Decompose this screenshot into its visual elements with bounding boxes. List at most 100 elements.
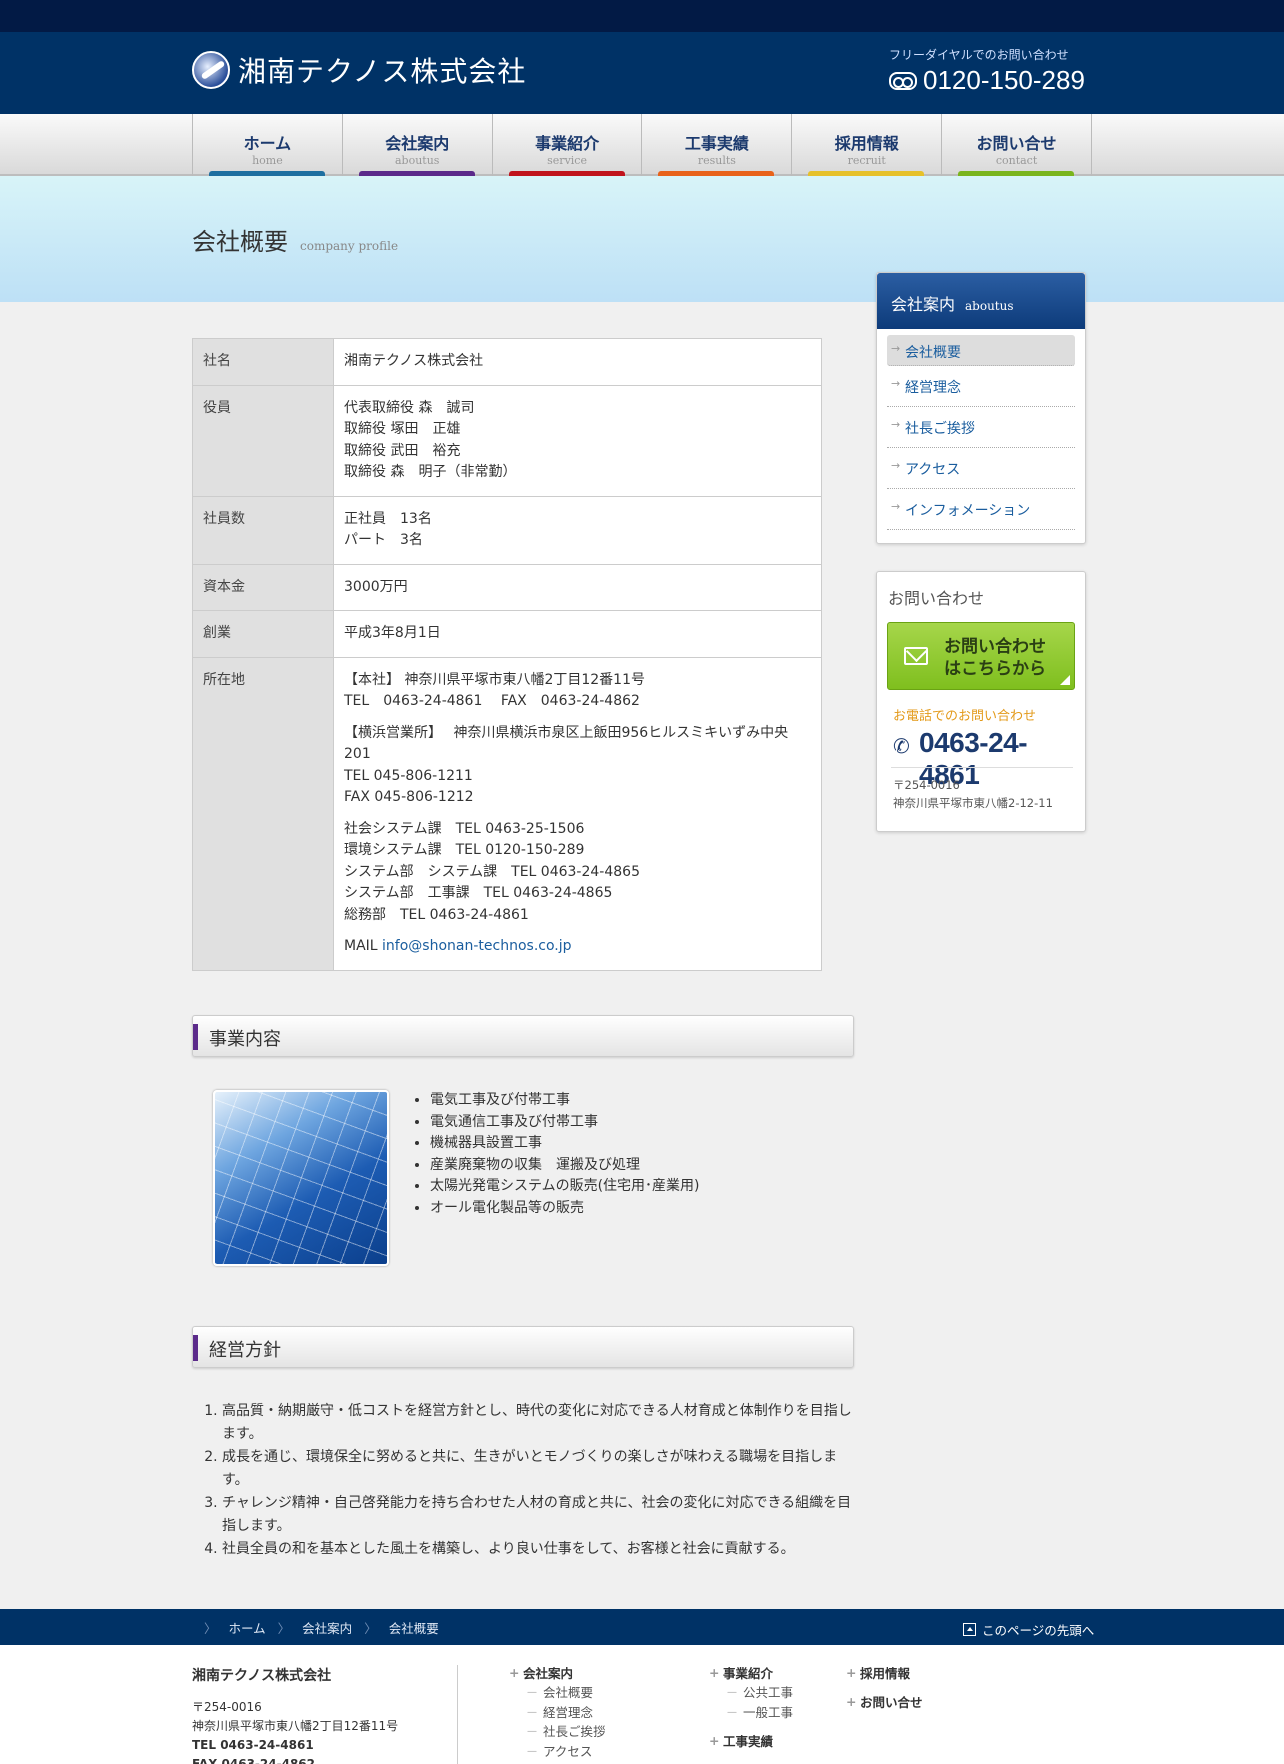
nav-sub: contact — [995, 154, 1038, 167]
footer-link-philosophy[interactable]: 経営理念 — [509, 1703, 606, 1723]
contact-tel-caption: お電話でのお問い合わせ — [893, 709, 1037, 724]
site-footer: 湘南テクノス株式会社 〒254-0016 神奈川県平塚市東八幡2丁目12番11号… — [0, 1645, 1284, 1764]
officer: 取締役 塚田 正雄 — [344, 421, 461, 437]
footer-link-access[interactable]: アクセス — [509, 1742, 606, 1762]
list-item: 成長を通じ、環境保全に努めると共に、生きがいとモノづくりの楽しさが味わえる職場を… — [222, 1446, 862, 1492]
sidebar-aboutus: 会社案内 aboutus 会社概要 経営理念 社長ご挨拶 アクセス インフォメーシ… — [876, 272, 1086, 544]
address-line: 【横浜営業所】 神奈川県横浜市泉区上飯田956ヒルスミキいずみ中央201 — [344, 724, 789, 763]
global-nav: ホーム home 会社案内 aboutus 事業紹介 service 工事実績 … — [0, 114, 1284, 176]
sidebar-list: 会社概要 経営理念 社長ご挨拶 アクセス インフォメーション — [877, 329, 1085, 534]
sidebar-contact: お問い合わせ お問い合わせ はこちらから お電話でのお問い合わせ ✆ 0463-… — [876, 571, 1086, 832]
nav-sub: aboutus — [395, 154, 440, 167]
list-item: 電気通信工事及び付帯工事 — [430, 1112, 700, 1134]
sidebar-item-philosophy[interactable]: 経営理念 — [887, 366, 1075, 407]
back-to-top-link[interactable]: このページの先頭へ — [963, 1620, 1094, 1639]
row-value: 正社員 13名 パート 3名 — [333, 495, 822, 565]
arrow-up-icon — [963, 1623, 976, 1636]
footer-link-recruit[interactable]: 採用情報 — [846, 1663, 923, 1683]
row-value: 湘南テクノス株式会社 — [333, 338, 822, 386]
breadcrumb-home[interactable]: ホーム — [229, 1618, 266, 1637]
mail-line: MAIL info@shonan-technos.co.jp — [344, 936, 811, 958]
nav-label: 工事実績 — [684, 134, 749, 153]
officer: 取締役 森 明子（非常勤） — [344, 464, 517, 480]
footer-link-general-works[interactable]: 一般工事 — [709, 1703, 793, 1723]
footer-divider — [457, 1665, 458, 1764]
footer-company: 湘南テクノス株式会社 — [192, 1668, 332, 1684]
header-tel-caption: フリーダイヤルでのお問い合わせ — [889, 48, 1069, 62]
business-heading: 事業内容 — [192, 1015, 854, 1057]
contact-button-label: お問い合わせ はこちらから — [944, 636, 1046, 680]
contact-button[interactable]: お問い合わせ はこちらから — [887, 622, 1075, 690]
sidebar-item-company-profile[interactable]: 会社概要 — [887, 335, 1075, 366]
footer-link-service[interactable]: 事業紹介 — [709, 1663, 793, 1683]
department-line: 総務部 TEL 0463-24-4861 — [344, 906, 529, 923]
footer-col-service: 事業紹介 公共工事 一般工事 工事実績 — [709, 1663, 793, 1751]
sidebar-item-greeting[interactable]: 社長ご挨拶 — [887, 407, 1075, 448]
phone-icon: ✆ — [893, 734, 910, 758]
nav-label: お問い合せ — [976, 134, 1057, 153]
nav-label: 採用情報 — [834, 134, 899, 153]
footer-link-greeting[interactable]: 社長ご挨拶 — [509, 1722, 606, 1742]
corner-arrow-icon — [1060, 675, 1070, 685]
row-value: 3000万円 — [333, 563, 822, 611]
site-logo[interactable]: 湘南テクノス株式会社 — [192, 50, 526, 90]
logo-mark-icon — [192, 51, 230, 89]
breadcrumb-aboutus[interactable]: 会社案内 — [302, 1618, 352, 1637]
nav-item-results[interactable]: 工事実績 results — [642, 114, 793, 176]
nav-label: ホーム — [243, 134, 292, 153]
contact-button-line: お問い合わせ — [944, 637, 1046, 657]
table-row: 所在地 【本社】 神奈川県平塚市東八幡2丁目12番11号 TEL 0463-24… — [192, 656, 822, 971]
row-value: 【本社】 神奈川県平塚市東八幡2丁目12番11号 TEL 0463-24-486… — [333, 656, 822, 971]
divider — [891, 767, 1073, 768]
table-row: 資本金 3000万円 — [192, 563, 822, 611]
list-item: 高品質・納期厳守・低コストを経営方針とし、時代の変化に対応できる人材育成と体制作… — [222, 1400, 862, 1446]
sidebar-heading-sub: aboutus — [965, 299, 1014, 313]
nav-label: 会社案内 — [385, 134, 450, 153]
table-row: 社員数 正社員 13名 パート 3名 — [192, 495, 822, 565]
row-label: 社名 — [192, 338, 334, 386]
footer-link-results[interactable]: 工事実績 — [709, 1731, 793, 1751]
footer-address-line: 神奈川県平塚市東八幡2丁目12番11号 — [192, 1719, 399, 1733]
row-value: 代表取締役 森 誠司 取締役 塚田 正雄 取締役 武田 裕充 取締役 森 明子（… — [333, 384, 822, 497]
row-label: 創業 — [192, 610, 334, 658]
contact-title: お問い合わせ — [888, 589, 985, 608]
footer-col-other: 採用情報 お問い合せ — [846, 1663, 923, 1712]
top-strip — [0, 0, 1284, 32]
list-item: オール電化製品等の販売 — [430, 1198, 700, 1220]
list-item: チャレンジ精神・自己啓発能力を持ち合わせた人材の育成と共に、社会の変化に対応でき… — [222, 1492, 862, 1538]
nav-item-service[interactable]: 事業紹介 service — [493, 114, 643, 176]
freedial-icon — [889, 71, 917, 90]
list-item: 機械器具設置工事 — [430, 1133, 700, 1155]
footer-link-aboutus[interactable]: 会社案内 — [509, 1663, 606, 1683]
footer-tel: TEL 0463-24-4861 — [192, 1738, 314, 1752]
footer-link-company-profile[interactable]: 会社概要 — [509, 1683, 606, 1703]
nav-sub: service — [547, 154, 587, 167]
policy-list: 高品質・納期厳守・低コストを経営方針とし、時代の変化に対応できる人材育成と体制作… — [222, 1400, 862, 1561]
breadcrumb: 〉 ホーム 〉 会社案内 〉 会社概要 — [192, 1609, 439, 1645]
logo-company-name: 湘南テクノス株式会社 — [238, 55, 527, 88]
sidebar-item-access[interactable]: アクセス — [887, 448, 1075, 489]
mail-link[interactable]: info@shonan-technos.co.jp — [382, 938, 571, 954]
address-line: TEL 0463-24-4861 FAX 0463-24-4862 — [344, 693, 640, 709]
nav-item-home[interactable]: ホーム home — [193, 114, 343, 176]
nav-item-aboutus[interactable]: 会社案内 aboutus — [343, 114, 493, 176]
department-line: システム部 システム課 TEL 0463-24-4865 — [344, 863, 640, 880]
nav-item-contact[interactable]: お問い合せ contact — [942, 114, 1092, 176]
nav-sub: recruit — [847, 154, 886, 167]
policy-heading: 経営方針 — [192, 1326, 854, 1368]
breadcrumb-current: 会社概要 — [388, 1620, 439, 1636]
officer: 取締役 武田 裕充 — [344, 442, 461, 459]
footer-link-contact[interactable]: お問い合せ — [846, 1692, 923, 1712]
sidebar-item-information[interactable]: インフォメーション — [887, 489, 1075, 530]
page-title: 会社概要 company profile — [192, 222, 398, 257]
nav-sub: results — [697, 154, 736, 167]
nav-item-recruit[interactable]: 採用情報 recruit — [792, 114, 943, 176]
list-item: 社員全員の和を基本とした風土を構築し、より良い仕事をして、お客様と社会に貢献する… — [222, 1538, 862, 1561]
section-title: 事業内容 — [209, 1029, 281, 1050]
table-row: 創業 平成3年8月1日 — [192, 610, 822, 658]
address-line: TEL 045-806-1211 — [344, 767, 473, 784]
row-value: 平成3年8月1日 — [333, 610, 822, 658]
chevron-right-icon: 〉 — [364, 1620, 377, 1636]
department-list: 社会システム課 TEL 0463-25-1506 環境システム課 TEL 012… — [344, 819, 811, 927]
footer-link-public-works[interactable]: 公共工事 — [709, 1683, 793, 1703]
